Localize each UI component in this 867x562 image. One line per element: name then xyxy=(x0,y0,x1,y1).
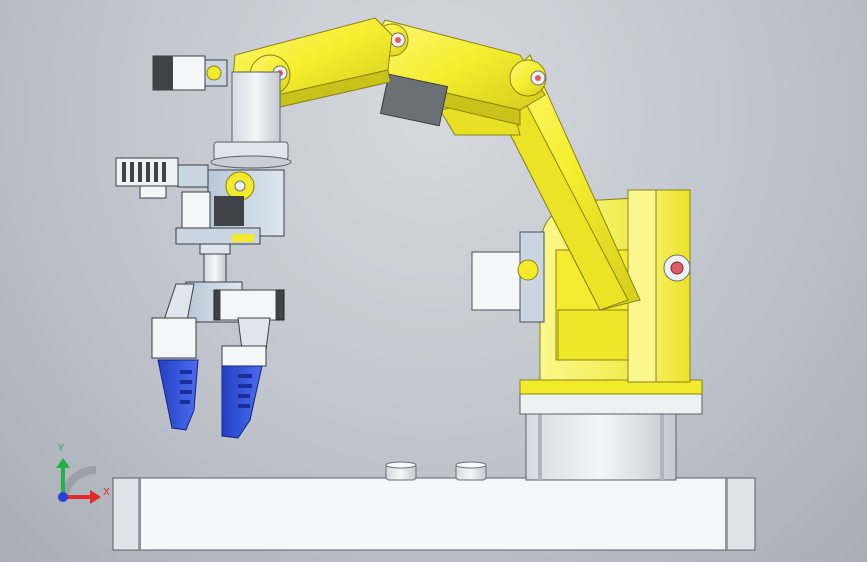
cad-viewport[interactable]: Y X xyxy=(0,0,867,562)
x-axis-label: X xyxy=(103,487,110,498)
wrist-servo-assembly[interactable] xyxy=(115,157,285,245)
gripper[interactable] xyxy=(151,243,285,367)
plate-knob xyxy=(455,461,487,481)
x-axis-arrow-head xyxy=(90,490,101,504)
coordinate-triad xyxy=(56,458,101,504)
gripper-fingers[interactable] xyxy=(157,359,263,439)
z-axis-dot xyxy=(58,492,68,502)
robot-arm-model[interactable] xyxy=(0,0,867,562)
y-axis-arrow-head xyxy=(56,458,70,468)
plate-knob xyxy=(385,461,417,481)
shoulder-servo xyxy=(471,231,545,323)
upper-arm-link[interactable] xyxy=(371,19,547,127)
wrist-servo-top xyxy=(152,55,228,91)
y-axis-label: Y xyxy=(58,443,65,454)
base-column[interactable] xyxy=(519,379,703,481)
